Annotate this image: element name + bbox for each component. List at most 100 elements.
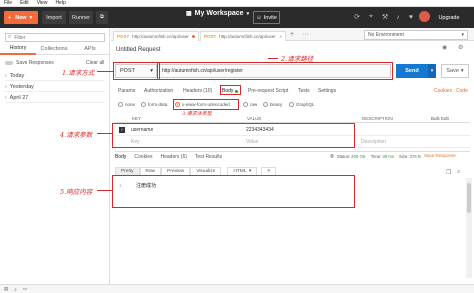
import-button[interactable]: Import — [42, 11, 66, 24]
chevron-right-icon: › — [5, 94, 7, 101]
wrench-icon[interactable]: ⚒ — [380, 12, 390, 22]
tab-collections[interactable]: Collections — [36, 44, 72, 55]
plus-icon: + — [8, 14, 12, 21]
tab-authorization[interactable]: Authorization — [144, 88, 173, 94]
chevron-down-icon: ▾ — [461, 32, 464, 38]
send-dropdown-icon[interactable]: ▾ — [428, 64, 436, 78]
radio-circle[interactable] — [289, 102, 294, 107]
tab-apis[interactable]: APIs — [72, 44, 108, 55]
bulk-edit-link[interactable]: Bulk Edit — [431, 116, 449, 121]
search-icon[interactable]: ⌕ — [457, 169, 460, 176]
request-tab[interactable]: POST http://autumnfish.cn/api/user — [113, 31, 199, 41]
annotation-line — [97, 133, 112, 134]
radio-circle[interactable] — [141, 102, 146, 107]
runner-button[interactable]: Runner — [69, 11, 93, 24]
menu-file[interactable]: File — [4, 0, 12, 6]
window-icon: ⧉ — [100, 14, 104, 20]
filter-input[interactable] — [14, 34, 95, 41]
radio-form-data[interactable]: form-data — [141, 102, 167, 107]
send-button[interactable]: Send — [396, 64, 428, 78]
satellite-icon[interactable]: ⌖ — [366, 12, 376, 22]
close-icon[interactable]: × — [279, 34, 282, 39]
tab-response-body[interactable]: Body — [115, 154, 126, 160]
radio-none[interactable]: none — [118, 102, 135, 107]
unsaved-dot-icon — [192, 35, 195, 38]
tab-pre-request-script[interactable]: Pre-request Script — [248, 88, 288, 94]
annotation-box-body-type — [173, 99, 239, 110]
radio-circle[interactable] — [118, 102, 123, 107]
tab-params[interactable]: Params — [118, 88, 135, 94]
annotation-box-body-tab — [220, 85, 241, 95]
tab-response-cookies[interactable]: Cookies — [134, 154, 152, 160]
chevron-down-icon: ▾ — [29, 14, 33, 21]
heart-icon[interactable]: ♥ — [406, 12, 416, 22]
workspace-selector[interactable]: ▦ My Workspace ▾ — [186, 10, 249, 17]
code-link[interactable]: Code — [456, 88, 468, 94]
sidebar-toggle-icon[interactable]: ▤ — [4, 286, 8, 292]
history-group-april-27[interactable]: › April 27 — [5, 93, 105, 103]
annotation-method-note: 1.请求方式 — [62, 69, 95, 77]
environment-select[interactable]: No Environment ▾ — [364, 30, 468, 40]
tab-settings[interactable]: Settings — [318, 88, 336, 94]
history-group-yesterday[interactable]: › Yesterday — [5, 82, 105, 92]
sync-icon[interactable]: ⟳ — [352, 12, 362, 22]
column-header-value: VALUE — [247, 116, 262, 121]
radio-graphql[interactable]: GraphQL — [289, 102, 315, 107]
bell-icon[interactable]: ♪ — [393, 12, 403, 22]
tab-response-headers[interactable]: Headers (6) — [160, 154, 186, 160]
search-icon[interactable]: ⌕ — [14, 287, 17, 292]
tab-test-results[interactable]: Test Results — [195, 154, 222, 160]
copy-icon[interactable]: ❐ — [446, 169, 451, 176]
param-description-placeholder[interactable]: Description — [361, 139, 386, 145]
invite-button[interactable]: ☺ Invite — [253, 11, 280, 24]
add-tab-icon[interactable]: + — [290, 31, 294, 38]
toggle-switch[interactable] — [5, 61, 13, 65]
request-title[interactable]: Untitled Request — [116, 47, 160, 53]
radio-circle[interactable] — [243, 102, 248, 107]
grid-icon: ▦ — [186, 11, 192, 17]
more-icon[interactable]: ··· — [302, 31, 309, 38]
radio-binary[interactable]: binary — [263, 102, 282, 107]
filter-field[interactable]: ⌕ — [5, 33, 105, 42]
console-icon[interactable]: ▭ — [23, 286, 27, 292]
chevron-right-icon: › — [5, 83, 7, 90]
menu-view[interactable]: View — [37, 0, 48, 6]
menu-edit[interactable]: Edit — [20, 0, 29, 6]
search-icon: ⌕ — [8, 34, 12, 40]
radio-circle[interactable] — [263, 102, 268, 107]
avatar[interactable] — [419, 11, 430, 22]
tab-tests[interactable]: Tests — [298, 88, 310, 94]
new-window-button[interactable]: ⧉ — [96, 11, 108, 24]
params-table-header: KEY VALUE DESCRIPTION — [115, 115, 470, 123]
annotation-body-type-note: 3.请求体类型 — [182, 111, 212, 117]
menu-bar: File Edit View Help — [0, 0, 474, 7]
tab-headers[interactable]: Headers (10) — [183, 88, 212, 94]
radio-raw[interactable]: raw — [243, 102, 257, 107]
tab-history[interactable]: History — [0, 44, 36, 55]
annotation-line — [97, 71, 113, 72]
clear-all-link[interactable]: Clear all — [86, 60, 104, 66]
save-responses-toggle[interactable]: Save Responses — [5, 60, 54, 66]
sidebar-tabs: History Collections APIs — [0, 44, 110, 55]
annotation-line — [268, 58, 278, 59]
response-status: ◍ Status: 200 OK Time: 39 ms Size: 376 B — [330, 153, 421, 159]
globe-icon: ◍ — [330, 153, 334, 158]
chevron-down-icon: ▾ — [246, 10, 250, 17]
chevron-down-icon: ▾ — [248, 169, 252, 174]
annotation-url-note: 2.请求路径 — [281, 55, 314, 63]
new-button[interactable]: + New ▾ — [4, 11, 38, 24]
column-header-description: DESCRIPTION — [362, 116, 393, 121]
request-tab[interactable]: POST http://autumnfish.cn/api/user × — [200, 31, 286, 41]
annotation-params-note: 4.请求参数 — [60, 131, 93, 139]
save-button[interactable]: Save ▾ — [441, 64, 469, 78]
chevron-down-icon: ▾ — [460, 68, 464, 74]
response-scrollbar[interactable] — [466, 178, 472, 278]
menu-help[interactable]: Help — [55, 0, 65, 6]
scrollbar-thumb[interactable] — [467, 183, 471, 213]
upgrade-button[interactable]: Upgrade — [436, 11, 462, 24]
cookies-link[interactable]: Cookies — [434, 88, 452, 94]
annotation-line — [97, 190, 112, 191]
gear-icon[interactable]: ⚙ — [458, 44, 463, 51]
save-response-button[interactable]: Save Response — [424, 153, 456, 158]
eye-icon[interactable]: ◉ — [442, 44, 447, 51]
